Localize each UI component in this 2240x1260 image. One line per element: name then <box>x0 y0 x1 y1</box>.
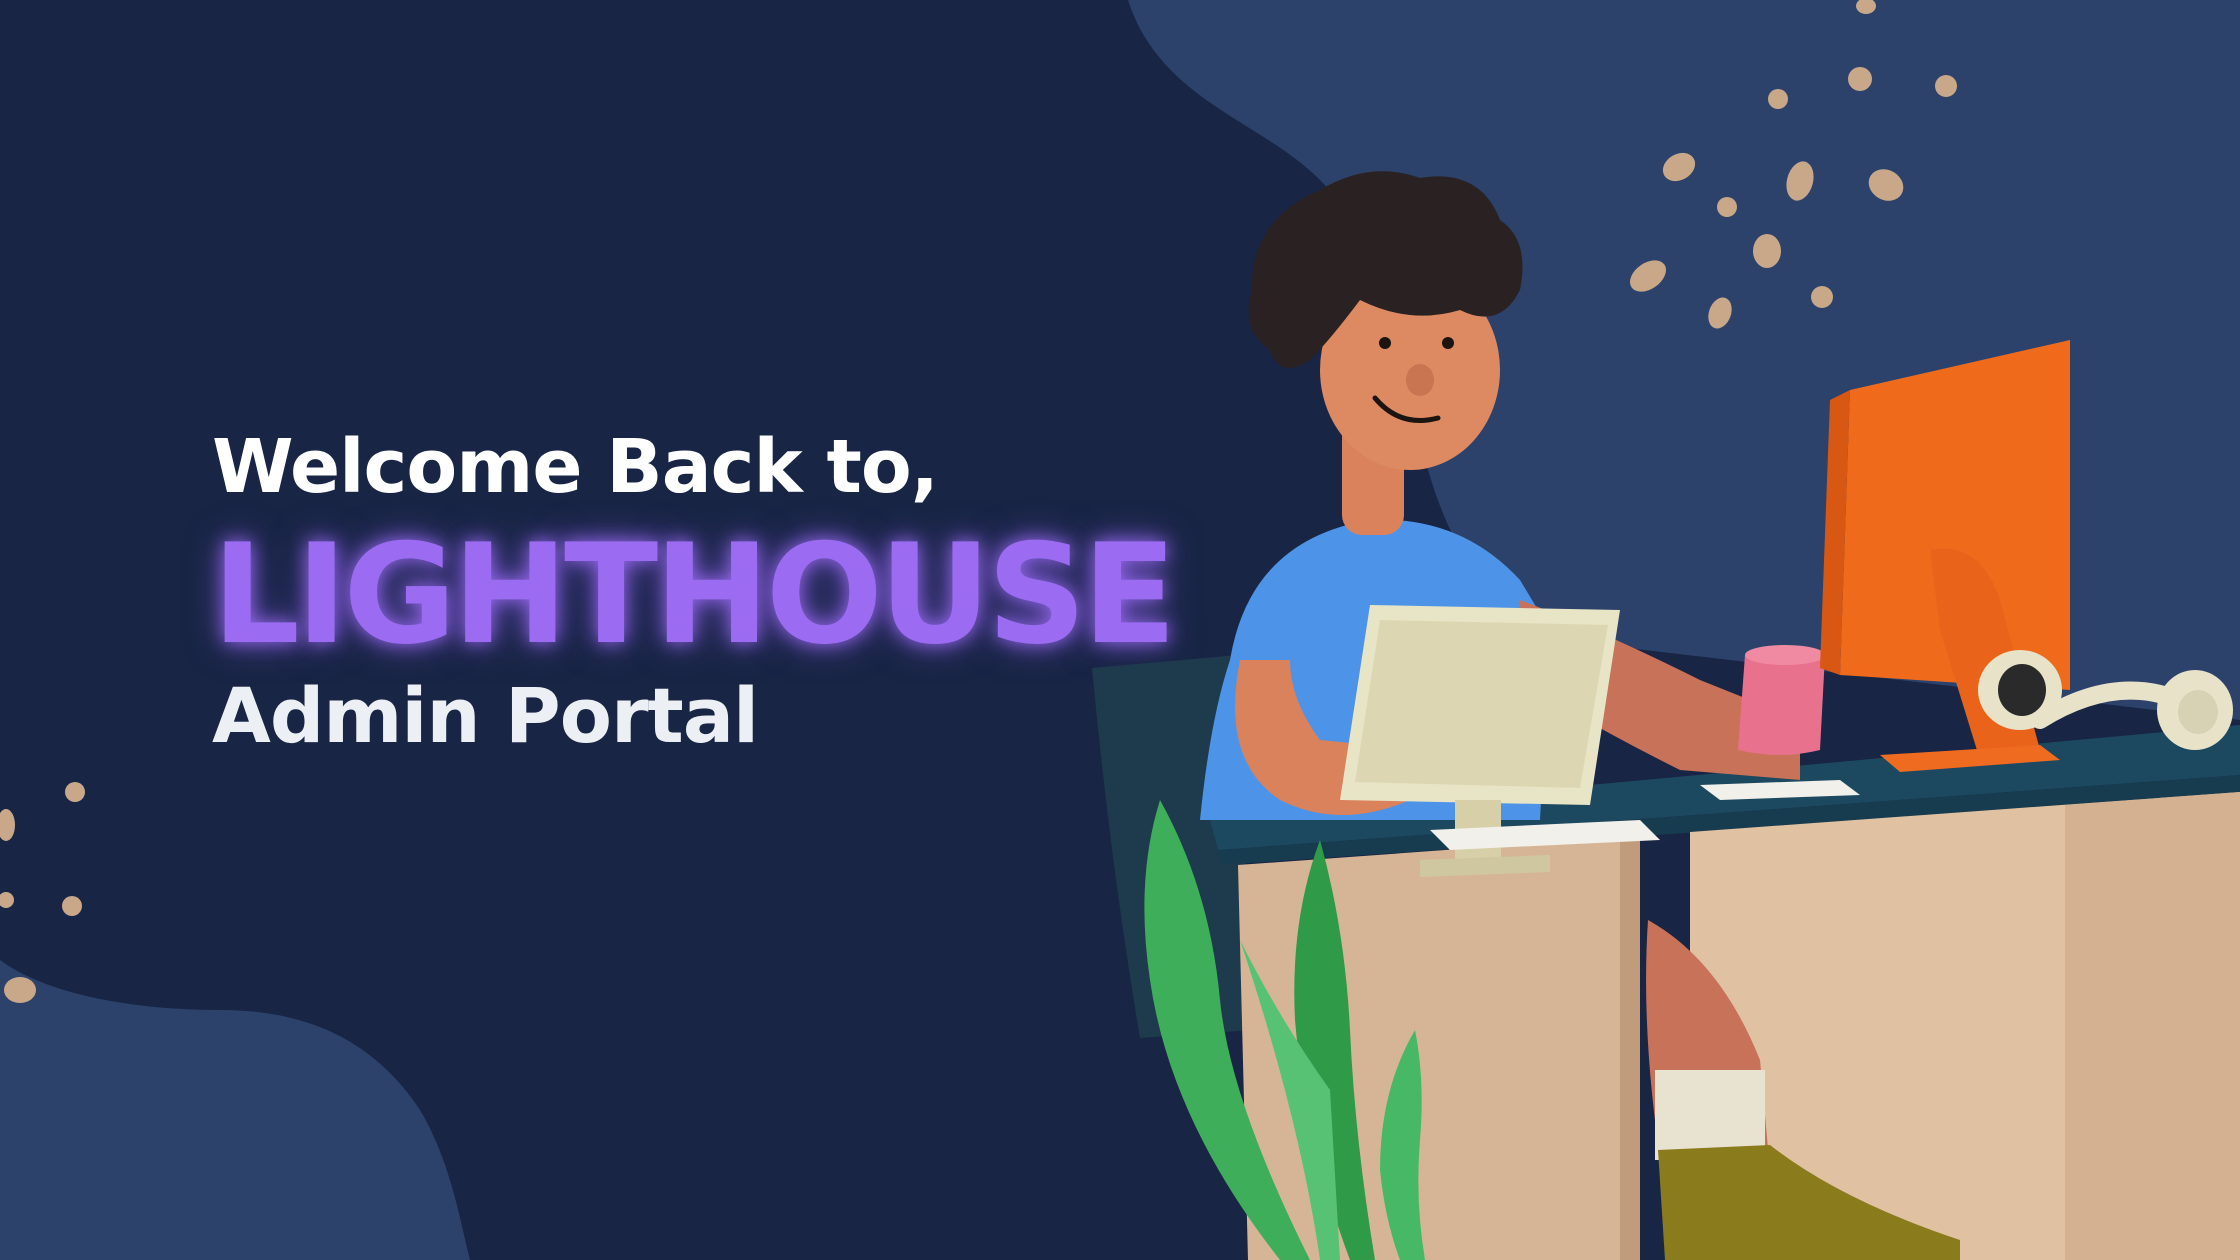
person-eye-left <box>1379 337 1391 349</box>
drawing-tablet-screen <box>1355 620 1608 788</box>
person-nose <box>1406 364 1434 396</box>
hero-section: Welcome Back to, LIGHTHOUSE Admin Portal <box>212 430 1192 754</box>
background-blob-left <box>0 960 470 1260</box>
pink-mug-top <box>1745 645 1825 665</box>
person-eye-right <box>1442 337 1454 349</box>
welcome-screen: Welcome Back to, LIGHTHOUSE Admin Portal <box>0 0 2240 1260</box>
desk-right-cabinet-side <box>2065 792 2240 1260</box>
desk-left-panel-side <box>1620 836 1640 1260</box>
pink-mug <box>1738 650 1825 755</box>
brand-title: LIGHTHOUSE <box>212 514 1177 675</box>
welcome-heading: Welcome Back to, <box>212 424 939 510</box>
person-at-desk-illustration <box>1092 171 2240 1260</box>
portal-subtitle: Admin Portal <box>212 671 759 760</box>
